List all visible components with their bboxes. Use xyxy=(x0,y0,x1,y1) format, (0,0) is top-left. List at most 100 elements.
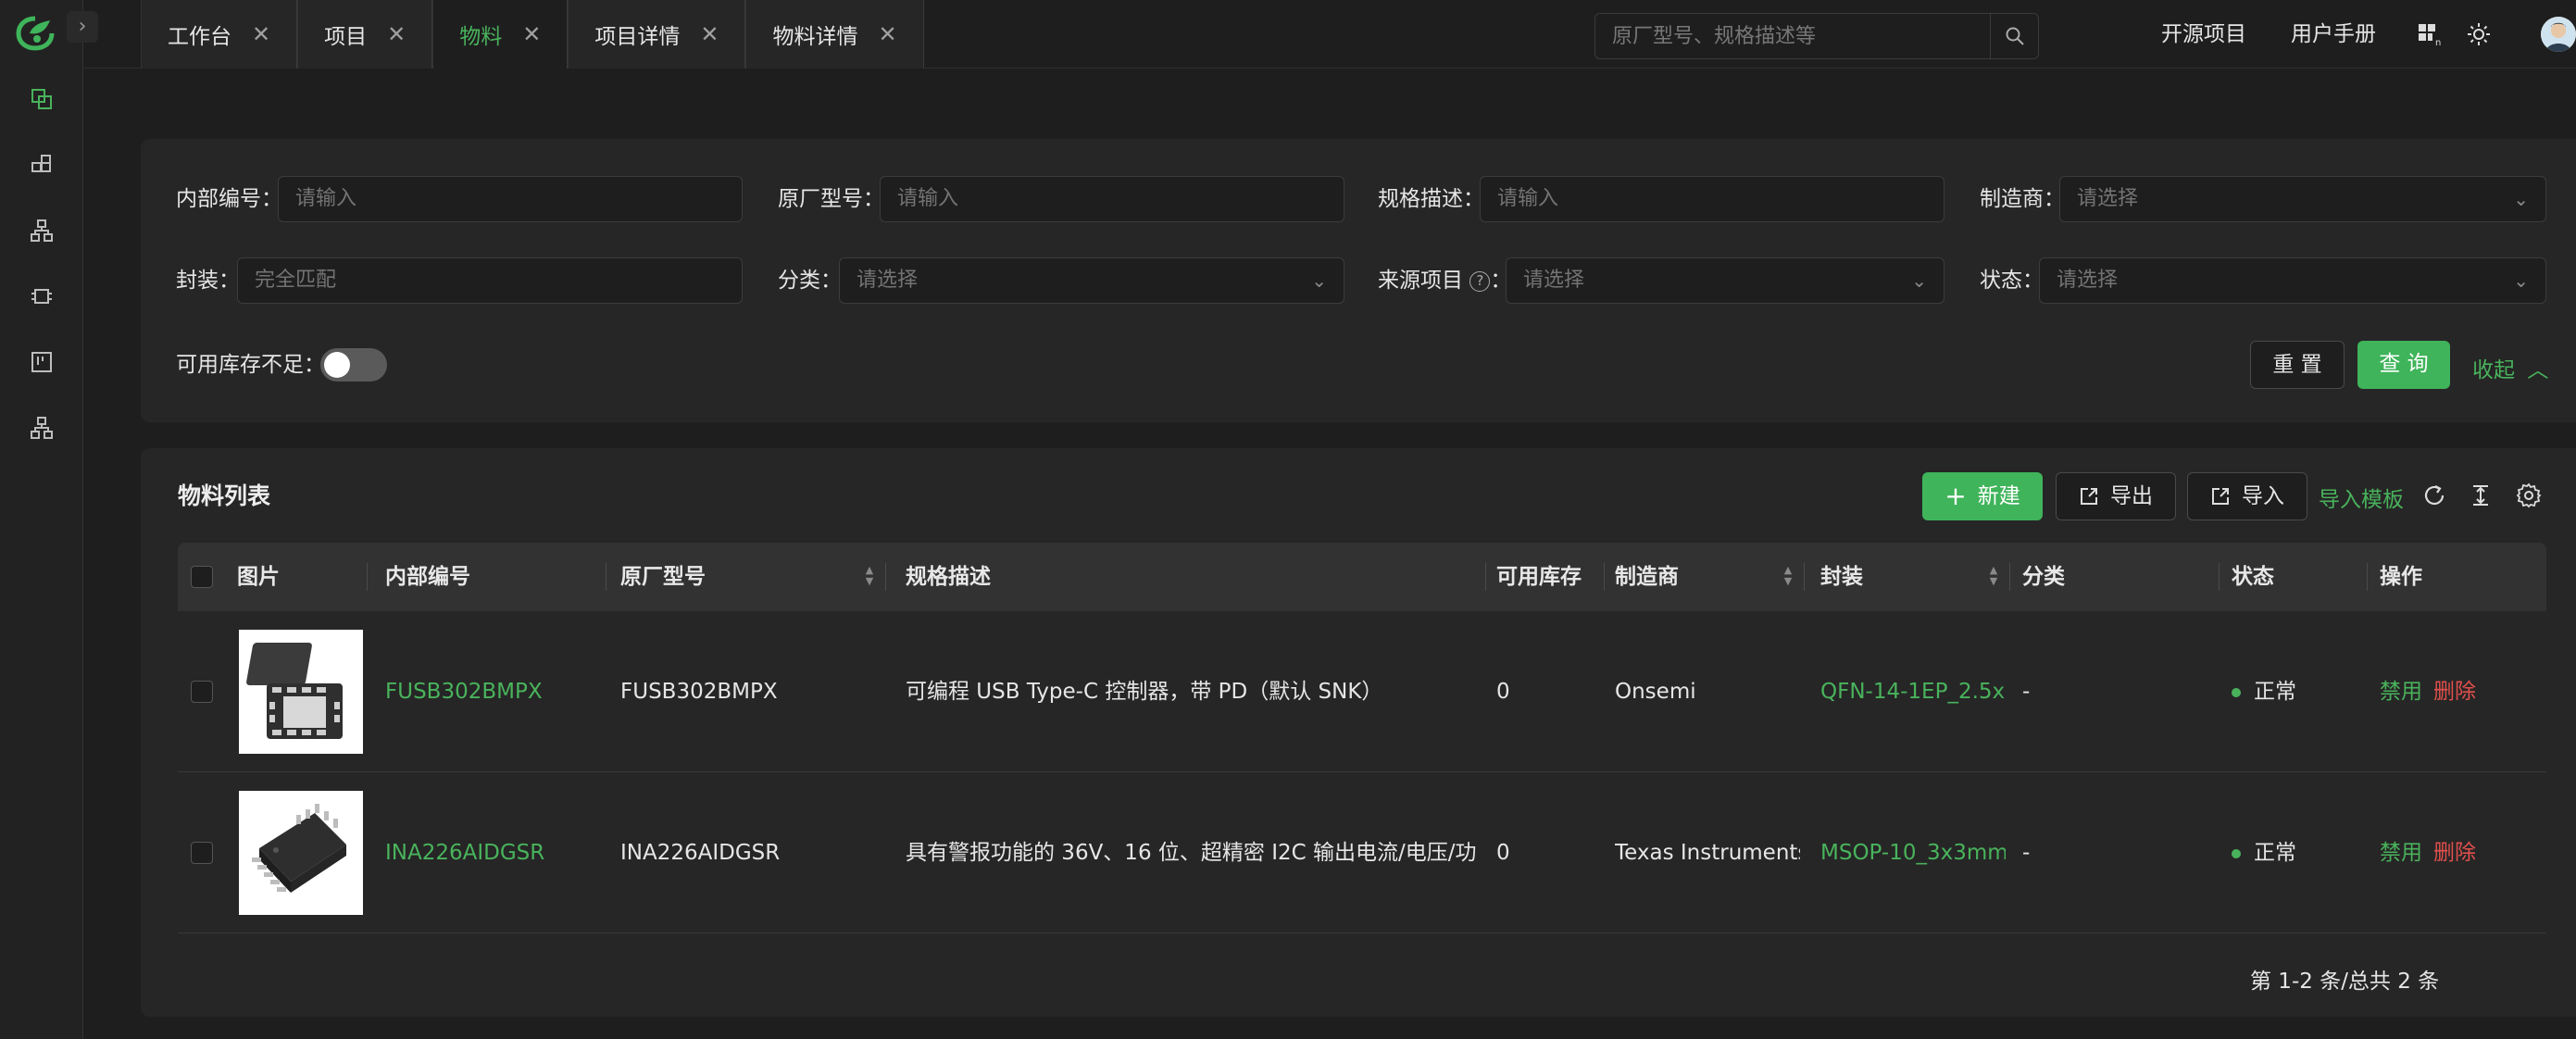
sidebar-item-materials[interactable] xyxy=(0,67,83,131)
mfr-part-input[interactable]: 请输入 xyxy=(880,176,1344,222)
help-circle-icon[interactable]: ? xyxy=(1469,270,1491,292)
part-image-msop[interactable] xyxy=(239,791,363,915)
col-package: 封装 xyxy=(1820,565,1863,589)
language-icon[interactable]: n xyxy=(2417,20,2445,48)
theme-sun-icon[interactable] xyxy=(2465,20,2493,48)
tab-workbench[interactable]: 工作台 ✕ xyxy=(141,0,298,69)
sidebar-item-structure[interactable] xyxy=(0,198,83,263)
status-label: 状态： xyxy=(1980,269,2044,293)
col-mfr-part: 原厂型号 xyxy=(620,565,706,589)
table-row: INA226AIDGSR INA226AIDGSR 具有警报功能的 36V、16… xyxy=(178,772,2546,933)
close-icon[interactable]: ✕ xyxy=(387,21,406,47)
table-header: 图片 内部编号 原厂型号 ▲ ▼ 规格描述 可用库存 制造商 ▲ ▼ 封装 ▲ ▼ 分… xyxy=(178,543,2546,611)
open-source-link[interactable]: 开源项目 xyxy=(2161,0,2246,69)
plus-icon: + xyxy=(1945,481,1967,511)
manufacturer-select[interactable]: 请选择 ⌄ xyxy=(2059,176,2546,222)
col-spec: 规格描述 xyxy=(906,565,991,589)
category-select[interactable]: 请选择 ⌄ xyxy=(839,257,1344,304)
status-select[interactable]: 请选择 ⌄ xyxy=(2039,257,2546,304)
internal-code-link[interactable]: FUSB302BMPX xyxy=(385,611,598,772)
spec-cell: 可编程 USB Type-C 控制器，带 PD（默认 SNK） xyxy=(906,680,1383,704)
search-input[interactable] xyxy=(1595,14,1990,58)
export-label: 导出 xyxy=(2110,484,2153,508)
status-badge: 正常 xyxy=(2232,611,2361,772)
sort-caret-icon[interactable]: ▲ ▼ xyxy=(863,565,876,589)
delete-button[interactable]: 删除 xyxy=(2433,611,2480,772)
internal-code-link[interactable]: INA226AIDGSR xyxy=(385,772,598,933)
avatar[interactable] xyxy=(2541,17,2576,52)
chevron-down-icon: ⌄ xyxy=(2513,188,2529,210)
manufacturer-label: 制造商： xyxy=(1980,187,2065,211)
source-project-label: 来源项目 ?： xyxy=(1378,269,1512,293)
package-label: 封装： xyxy=(176,269,240,293)
refresh-icon[interactable] xyxy=(2420,482,2448,509)
package-link[interactable]: MSOP-10_3x3mm... xyxy=(1820,772,2006,933)
row-checkbox[interactable] xyxy=(191,681,213,703)
sidebar-item-org[interactable] xyxy=(0,395,83,460)
tab-material-detail[interactable]: 物料详情 ✕ xyxy=(745,0,924,69)
sidebar-item-board[interactable] xyxy=(0,330,83,394)
import-button[interactable]: 导入 xyxy=(2187,472,2307,520)
status-dot-icon xyxy=(2232,848,2241,858)
disable-button[interactable]: 禁用 xyxy=(2380,611,2426,772)
chevron-down-icon: ⌄ xyxy=(2513,269,2529,292)
col-category: 分类 xyxy=(2022,565,2065,589)
sort-caret-icon[interactable]: ▲ ▼ xyxy=(1987,565,2000,589)
collapse-label: 收起 xyxy=(2472,358,2515,382)
import-template-link[interactable]: 导入模板 xyxy=(2319,482,2404,513)
top-bar: 工作台 ✕ 项目 ✕ 物料 ✕ 项目详情 ✕ 物料详情 ✕ 开源项目 用户手册 xyxy=(83,0,2576,69)
import-icon xyxy=(2212,488,2229,505)
list-title: 物料列表 xyxy=(178,482,271,509)
col-actions: 操作 xyxy=(2380,565,2422,589)
disable-button[interactable]: 禁用 xyxy=(2380,772,2426,933)
part-image-qfn[interactable] xyxy=(239,630,363,754)
new-label: 新建 xyxy=(1977,484,2020,508)
mfr-part-label: 原厂型号： xyxy=(778,187,884,211)
chevron-right-icon[interactable]: › xyxy=(67,11,98,43)
column-height-icon[interactable] xyxy=(2467,482,2495,509)
search-button[interactable] xyxy=(1990,14,2038,58)
query-button[interactable]: 查 询 xyxy=(2357,341,2450,389)
close-icon[interactable]: ✕ xyxy=(700,21,719,47)
filter-panel: 内部编号： 请输入 原厂型号： 请输入 规格描述： 请输入 制造商： 请选择 ⌄… xyxy=(141,139,2576,422)
chip-icon xyxy=(31,289,52,304)
internal-code-label: 内部编号： xyxy=(176,187,282,211)
sidebar-item-devices[interactable] xyxy=(0,264,83,329)
package-input[interactable]: 完全匹配 xyxy=(237,257,743,304)
sort-caret-icon[interactable]: ▲ ▼ xyxy=(1782,565,1794,589)
user-manual-link[interactable]: 用户手册 xyxy=(2291,0,2376,69)
collapse-filter-link[interactable]: 收起 ︿ xyxy=(2472,352,2548,383)
category-cell: - xyxy=(2022,680,2031,704)
spec-input[interactable]: 请输入 xyxy=(1480,176,1945,222)
spec-cell: 具有警报功能的 36V、16 位、超精密 I2C 输出电流/电压/功... xyxy=(906,841,1476,865)
row-checkbox[interactable] xyxy=(191,842,213,864)
source-project-select[interactable]: 请选择 ⌄ xyxy=(1506,257,1945,304)
settings-gear-icon[interactable] xyxy=(2515,482,2543,509)
export-button[interactable]: 导出 xyxy=(2056,472,2176,520)
col-stock: 可用库存 xyxy=(1496,565,1582,589)
select-all-checkbox[interactable] xyxy=(191,566,213,588)
pagination-summary: 第 1-2 条/总共 2 条 xyxy=(2250,970,2440,994)
tab-projects[interactable]: 项目 ✕ xyxy=(297,0,433,69)
package-link[interactable]: QFN-14-1EP_2.5x... xyxy=(1820,611,2006,772)
close-icon[interactable]: ✕ xyxy=(252,21,270,47)
manufacturer-cell: Onsemi xyxy=(1615,680,1696,704)
tab-project-detail[interactable]: 项目详情 ✕ xyxy=(568,0,746,69)
tab-label: 项目详情 xyxy=(594,25,681,49)
reset-button[interactable]: 重 置 xyxy=(2250,341,2345,389)
app-logo-icon[interactable] xyxy=(13,13,57,52)
status-badge: 正常 xyxy=(2232,772,2361,933)
category-label: 分类： xyxy=(778,269,842,293)
tab-materials[interactable]: 物料 ✕ xyxy=(432,0,569,69)
close-icon[interactable]: ✕ xyxy=(878,21,896,47)
internal-code-input[interactable]: 请输入 xyxy=(278,176,743,222)
low-stock-label: 可用库存不足： xyxy=(176,353,325,377)
chevron-up-icon: ︿ xyxy=(2527,358,2549,382)
sidebar-item-components[interactable] xyxy=(0,132,83,197)
new-button[interactable]: + 新建 xyxy=(1922,472,2043,520)
stock-cell: 0 xyxy=(1496,841,1510,865)
low-stock-toggle[interactable] xyxy=(320,348,387,382)
delete-button[interactable]: 删除 xyxy=(2433,772,2480,933)
status-dot-icon xyxy=(2232,687,2241,697)
close-icon[interactable]: ✕ xyxy=(522,21,541,47)
